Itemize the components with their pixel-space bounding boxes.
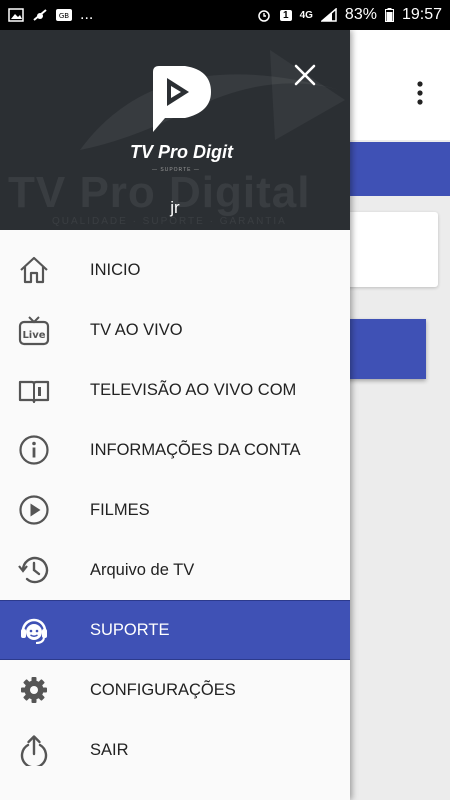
qr-app-icon: GB xyxy=(56,9,72,21)
menu-item-suporte[interactable]: SUPORTE xyxy=(0,600,350,660)
svg-text:GB: GB xyxy=(59,12,69,20)
menu-item-tv-ao-vivo[interactable]: Live TV AO VIVO xyxy=(0,300,350,360)
close-drawer-button[interactable] xyxy=(290,60,320,90)
menu-item-configuracoes[interactable]: CONFIGURAÇÕES xyxy=(0,660,350,720)
close-icon xyxy=(294,64,316,86)
brand-subtitle: — SUPORTE — xyxy=(152,167,200,173)
battery-percent: 83% xyxy=(344,6,377,23)
drawer-header: TV Pro Digital QUALIDADE · SUPORTE · GAR… xyxy=(0,30,350,230)
network-type: 4G xyxy=(299,9,313,21)
battery-icon xyxy=(384,8,394,22)
navigation-drawer: TV Pro Digital QUALIDADE · SUPORTE · GAR… xyxy=(0,30,350,800)
tv-pro-digital-logo xyxy=(153,66,211,132)
status-bar: GB ... 1 4G 83% 19:57 xyxy=(0,0,450,30)
menu-item-filmes[interactable]: FILMES xyxy=(0,480,350,540)
logout-icon xyxy=(20,735,48,766)
support-agent-icon xyxy=(21,618,47,644)
menu-item-label: SUPORTE xyxy=(90,620,170,639)
menu-item-label: TV AO VIVO xyxy=(90,320,183,339)
signal-icon xyxy=(320,8,337,22)
book-icon xyxy=(18,380,50,404)
more-notifications: ... xyxy=(80,6,94,23)
brand-name: TV Pro Digit xyxy=(130,142,233,162)
notification-badge: 1 xyxy=(280,9,292,21)
menu-item-arquivo-de-tv[interactable]: Arquivo de TV xyxy=(0,540,350,600)
alarm-icon xyxy=(258,10,270,22)
menu-item-televisao-ao-vivo-com[interactable]: TELEVISÃO AO VIVO COM xyxy=(0,360,350,420)
live-tv-icon: Live xyxy=(18,316,50,346)
username: jr xyxy=(170,198,180,217)
menu-item-sair[interactable]: SAIR xyxy=(0,720,350,780)
history-icon xyxy=(18,556,49,584)
menu-item-inicio[interactable]: INICIO xyxy=(0,240,350,300)
menu-item-label: CONFIGURAÇÕES xyxy=(90,680,236,699)
menu-item-label: SAIR xyxy=(90,740,129,759)
overflow-menu-icon[interactable] xyxy=(414,80,426,106)
home-icon xyxy=(20,256,48,284)
menu-item-informacoes-da-conta[interactable]: INFORMAÇÕES DA CONTA xyxy=(0,420,350,480)
clock: 19:57 xyxy=(401,6,442,23)
no-signal-icon xyxy=(33,9,47,21)
gallery-icon xyxy=(8,8,24,22)
play-circle-icon xyxy=(19,495,49,525)
menu-item-label: TELEVISÃO AO VIVO COM xyxy=(90,380,297,399)
menu-item-label: FILMES xyxy=(90,500,150,519)
info-icon xyxy=(19,435,49,465)
drawer-menu: INICIO Live TV AO VIVO TELEVISÃO AO VIVO… xyxy=(0,240,350,780)
svg-text:Live: Live xyxy=(22,330,45,341)
menu-item-label: INICIO xyxy=(90,260,141,279)
menu-item-label: Arquivo de TV xyxy=(90,560,195,579)
menu-item-label: INFORMAÇÕES DA CONTA xyxy=(90,440,301,459)
gear-icon xyxy=(21,677,47,703)
